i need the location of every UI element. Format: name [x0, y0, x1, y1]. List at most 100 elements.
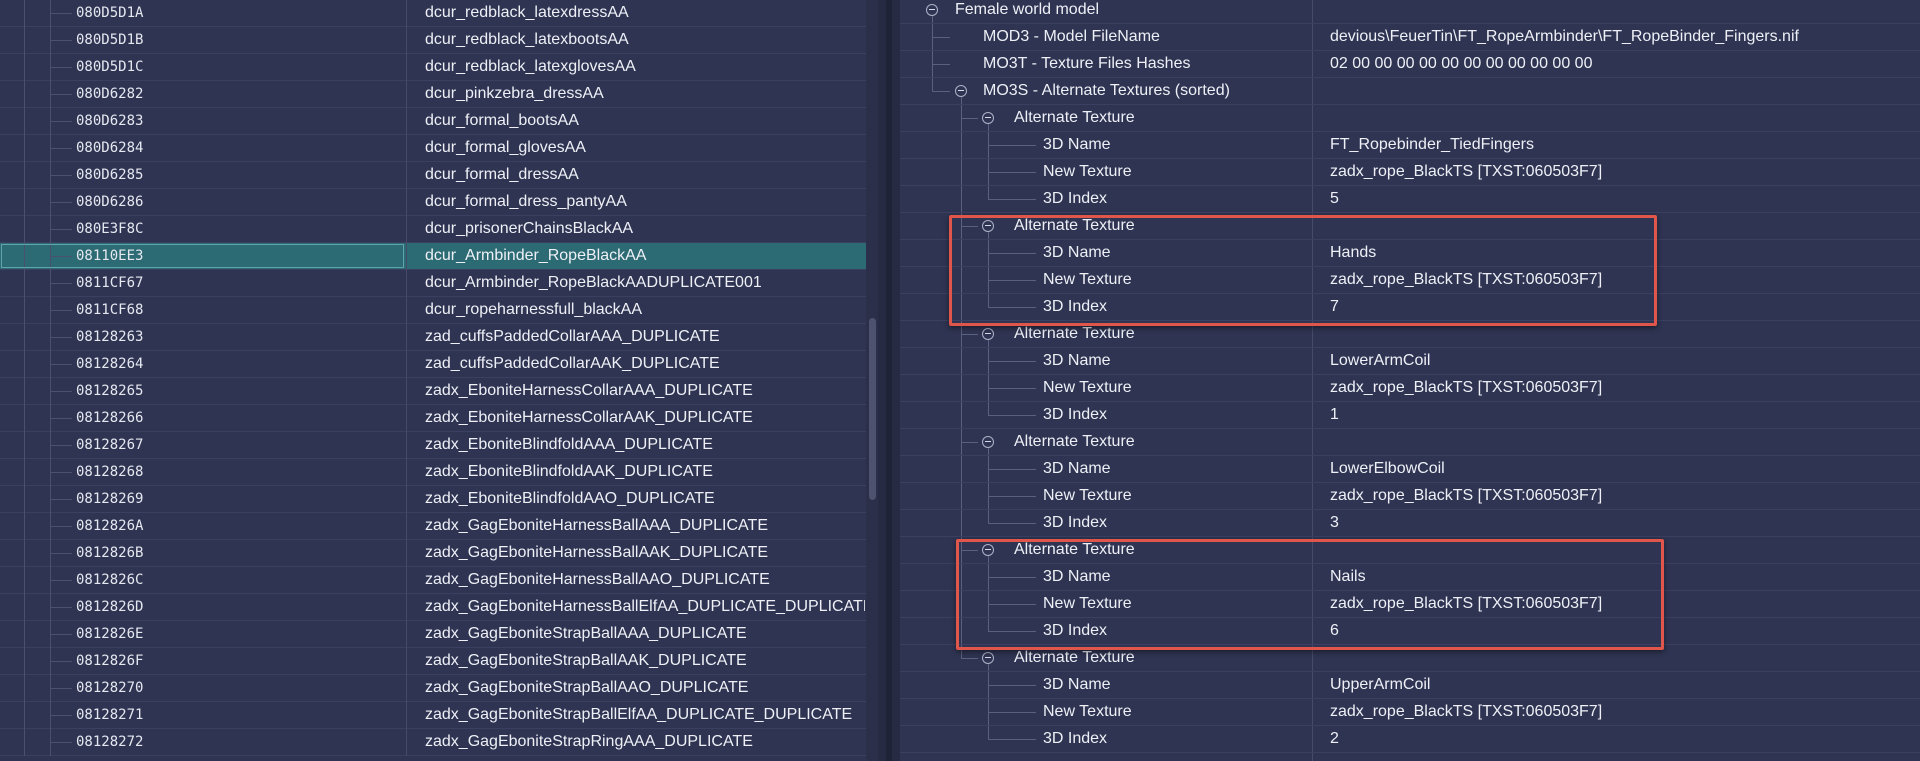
record-row[interactable]: 08128263 zad_cuffsPaddedCollarAAA_DUPLICA… — [0, 324, 866, 351]
alt-texture-new-texture[interactable]: New Texture zadx_rope_BlackTS [TXST:06050… — [900, 483, 1920, 510]
record-row[interactable]: 0812826B zadx_GagEboniteHarnessBallAAK_DU… — [0, 540, 866, 567]
record-row[interactable]: 08128272 zadx_GagEboniteStrapRingAAA_DUPL… — [0, 729, 866, 756]
field-label: 3D Index — [1043, 406, 1108, 423]
editor-id-cell: zadx_GagEboniteStrapBallAAO_DUPLICATE — [425, 679, 749, 696]
tree-connector — [0, 135, 76, 162]
record-row[interactable]: 080E3F8C dcur_prisonerChainsBlackAA — [0, 216, 866, 243]
tree-line — [50, 742, 72, 743]
pane-splitter[interactable] — [878, 0, 900, 761]
collapse-toggle-icon[interactable] — [982, 328, 994, 340]
record-row[interactable]: 0811CF67 dcur_Armbinder_RopeBlackAADUPLIC… — [0, 270, 866, 297]
record-row[interactable]: 08128268 zadx_EboniteBlindfoldAAK_DUPLICA… — [0, 459, 866, 486]
tree-line — [50, 67, 72, 68]
tree-line — [50, 472, 72, 473]
form-id-cell: 080D6282 — [76, 86, 144, 102]
collapse-toggle-icon[interactable] — [982, 112, 994, 124]
tree-line — [24, 162, 25, 189]
tree-line — [24, 540, 25, 567]
alternate-texture-group[interactable]: Alternate Texture — [900, 429, 1920, 456]
alternate-texture-group[interactable]: Alternate Texture — [900, 105, 1920, 132]
alt-texture-3d-name[interactable]: 3D Name FT_Ropebinder_TiedFingers — [900, 132, 1920, 159]
tree-row-mo3t[interactable]: MO3T - Texture Files Hashes 02 00 00 00 0… — [900, 51, 1920, 78]
record-list-scrollbar[interactable] — [866, 0, 878, 761]
alt-texture-3d-index[interactable]: 3D Index 5 — [900, 186, 1920, 213]
alt-texture-new-texture[interactable]: New Texture zadx_rope_BlackTS [TXST:06050… — [900, 375, 1920, 402]
record-row[interactable]: 0812826C zadx_GagEboniteHarnessBallAAO_DU… — [0, 567, 866, 594]
record-row[interactable]: 08128269 zadx_EboniteBlindfoldAAO_DUPLICA… — [0, 486, 866, 513]
tree-line — [24, 513, 25, 540]
form-id-cell: 08128268 — [76, 464, 144, 480]
record-row[interactable]: 0812826E zadx_GagEboniteStrapBallAAA_DUPL… — [0, 621, 866, 648]
record-row[interactable]: 08128265 zadx_EboniteHarnessCollarAAA_DUP… — [0, 378, 866, 405]
record-row[interactable]: 08110EE3 dcur_Armbinder_RopeBlackAA — [0, 243, 866, 270]
record-row[interactable]: 080D6284 dcur_formal_glovesAA — [0, 135, 866, 162]
record-row[interactable]: 080D5D1C dcur_redblack_latexglovesAA — [0, 54, 866, 81]
column-separator — [406, 162, 407, 189]
splitter-grip[interactable] — [886, 0, 892, 761]
alt-texture-3d-name[interactable]: 3D Name LowerArmCoil — [900, 348, 1920, 375]
tree-connector — [0, 216, 76, 243]
tree-line — [24, 324, 25, 351]
column-separator — [406, 459, 407, 486]
record-row[interactable]: 0811CF68 dcur_ropeharnessfull_blackAA — [0, 297, 866, 324]
scrollbar-thumb[interactable] — [869, 318, 876, 500]
tree-root-female-world-model[interactable]: Female world model — [900, 0, 1920, 24]
tree-line — [24, 459, 25, 486]
form-id-cell: 0812826D — [76, 599, 144, 615]
record-row[interactable]: 080D6283 dcur_formal_bootsAA — [0, 108, 866, 135]
tree-connector — [0, 729, 76, 756]
record-row[interactable]: 08128264 zad_cuffsPaddedCollarAAK_DUPLICA… — [0, 351, 866, 378]
tree-row-mod3[interactable]: MOD3 - Model FileName devious\FeuerTin\FT… — [900, 24, 1920, 51]
alt-texture-3d-index[interactable]: 3D Index 3 — [900, 510, 1920, 537]
record-row[interactable]: 08128267 zadx_EboniteBlindfoldAAA_DUPLICA… — [0, 432, 866, 459]
alt-texture-3d-name[interactable]: 3D Name UpperArmCoil — [900, 672, 1920, 699]
alt-texture-new-texture[interactable]: New Texture zadx_rope_BlackTS [TXST:06050… — [900, 159, 1920, 186]
collapse-toggle-icon[interactable] — [982, 652, 994, 664]
tree-line — [24, 135, 25, 162]
alt-texture-3d-index[interactable]: 3D Index 2 — [900, 726, 1920, 753]
tree-line — [50, 310, 72, 311]
record-row[interactable]: 080D6282 dcur_pinkzebra_dressAA — [0, 81, 866, 108]
field-label: 3D Index — [1043, 514, 1108, 531]
alt-texture-new-texture[interactable]: New Texture zadx_rope_BlackTS [TXST:06050… — [900, 699, 1920, 726]
record-row[interactable]: 0812826F zadx_GagEboniteStrapBallAAK_DUPL… — [0, 648, 866, 675]
record-row[interactable]: 080D5D1A dcur_redblack_latexdressAA — [0, 0, 866, 27]
editor-id-cell: dcur_Armbinder_RopeBlackAA — [425, 247, 647, 264]
collapse-toggle-icon[interactable] — [926, 4, 938, 16]
record-row[interactable]: 0812826D zadx_GagEboniteHarnessBallElfAA_… — [0, 594, 866, 621]
record-row[interactable]: 08128270 zadx_GagEboniteStrapBallAAO_DUPL… — [0, 675, 866, 702]
record-row[interactable]: 080D5D1B dcur_redblack_latexbootsAA — [0, 27, 866, 54]
editor-id-cell: dcur_redblack_latexbootsAA — [425, 31, 629, 48]
tree-row-mo3s[interactable]: MO3S - Alternate Textures (sorted) — [900, 78, 1920, 105]
field-label: 3D Name — [1043, 136, 1111, 153]
record-row[interactable]: 08128271 zadx_GagEboniteStrapBallElfAA_DU… — [0, 702, 866, 729]
field-value: 2 — [1330, 730, 1339, 747]
record-row[interactable]: 080D6286 dcur_formal_dress_pantyAA — [0, 189, 866, 216]
record-row[interactable]: 0812826A zadx_GagEboniteHarnessBallAAA_DU… — [0, 513, 866, 540]
tree-connector — [0, 540, 76, 567]
form-id-cell: 08128270 — [76, 680, 144, 696]
form-id-cell: 080D5D1A — [76, 5, 144, 21]
tree-line — [50, 94, 72, 95]
alt-texture-3d-index[interactable]: 3D Index 1 — [900, 402, 1920, 429]
field-value: zadx_rope_BlackTS [TXST:060503F7] — [1330, 703, 1603, 720]
tree-connector — [0, 27, 76, 54]
tree-connector — [0, 81, 76, 108]
column-separator — [406, 567, 407, 594]
alt-texture-3d-name[interactable]: 3D Name LowerElbowCoil — [900, 456, 1920, 483]
tree-line — [50, 202, 72, 203]
editor-id-cell: dcur_formal_bootsAA — [425, 112, 579, 129]
collapse-toggle-icon[interactable] — [955, 85, 967, 97]
field-label: Female world model — [955, 1, 1100, 18]
tree-line — [50, 715, 72, 716]
field-label: 3D Index — [1043, 730, 1108, 747]
record-row[interactable]: 08128266 zadx_EboniteHarnessCollarAAK_DUP… — [0, 405, 866, 432]
form-id-cell: 08128265 — [76, 383, 144, 399]
tree-line — [24, 648, 25, 675]
form-id-cell: 080E3F8C — [76, 221, 144, 237]
record-row[interactable]: 080D6285 dcur_formal_dressAA — [0, 162, 866, 189]
column-separator — [406, 351, 407, 378]
editor-id-cell: dcur_formal_glovesAA — [425, 139, 586, 156]
collapse-toggle-icon[interactable] — [982, 436, 994, 448]
tree-line — [24, 216, 25, 243]
